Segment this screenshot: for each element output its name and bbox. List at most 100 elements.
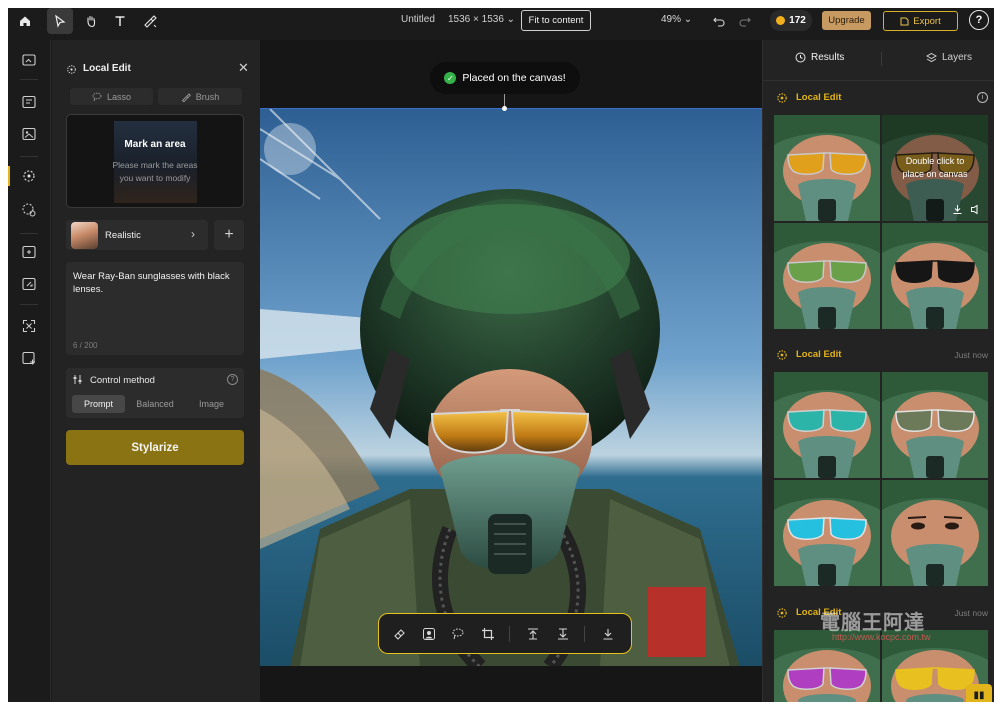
- rail-divider: [20, 156, 38, 157]
- result-group-title: Local Edit: [796, 349, 842, 360]
- image-variation-icon[interactable]: [20, 275, 38, 293]
- zoom-select[interactable]: 49% ⌄: [661, 14, 692, 25]
- rail-divider: [20, 233, 38, 234]
- stylize-button[interactable]: Stylarize: [66, 430, 244, 465]
- mark-area-card[interactable]: Mark an area Please mark the areas you w…: [66, 114, 244, 208]
- result-thumbnail[interactable]: [774, 115, 880, 221]
- result-group-title: Local Edit: [796, 92, 842, 103]
- control-method-title: Control method: [90, 375, 155, 386]
- local-edit-group-icon: [776, 91, 788, 103]
- thumbnail-hover-overlay: Double click to place on canvas: [882, 115, 988, 221]
- sliders-icon: [72, 374, 83, 388]
- prompt-char-count: 6 / 200: [73, 341, 98, 350]
- canvas-image[interactable]: [260, 108, 762, 666]
- local-edit-panel: Local Edit ✕ Lasso Brush Mark an area Pl…: [52, 40, 260, 702]
- chat-widget-icon[interactable]: ▮▮: [966, 684, 992, 702]
- redo-icon[interactable]: [732, 8, 758, 34]
- result-thumbnail[interactable]: [882, 223, 988, 329]
- image-to-image-icon[interactable]: [20, 125, 38, 143]
- tab-results-label: Results: [811, 52, 845, 63]
- panel-title: Local Edit: [83, 63, 131, 74]
- coin-icon: [776, 16, 786, 25]
- style-label: Realistic: [105, 230, 141, 241]
- fit-to-content-button[interactable]: Fit to content: [521, 10, 591, 31]
- local-edit-group-icon: [776, 606, 788, 618]
- credits-count: 172: [789, 15, 806, 26]
- crop-icon[interactable]: [479, 625, 497, 643]
- local-edit-icon[interactable]: [20, 167, 38, 185]
- home-icon[interactable]: [12, 8, 38, 34]
- lasso-tool-button[interactable]: Lasso: [70, 88, 153, 105]
- lasso-label: Lasso: [106, 91, 132, 102]
- export-label: Export: [913, 15, 941, 27]
- remove-background-icon[interactable]: [420, 625, 438, 643]
- info-icon[interactable]: i: [977, 92, 988, 103]
- canvas-size-select[interactable]: 1536 × 1536 ⌄: [448, 14, 515, 25]
- prompt-text: Wear Ray-Ban sunglasses with black lense…: [73, 271, 230, 295]
- download-icon[interactable]: [599, 625, 617, 643]
- upscale-icon[interactable]: [20, 317, 38, 335]
- result-group-time: Just now: [954, 350, 988, 360]
- export-button[interactable]: Export: [883, 11, 958, 31]
- result-thumbnail[interactable]: Double click to place on canvas: [882, 115, 988, 221]
- control-method-section: Control method ? Prompt Balanced Image: [66, 368, 244, 418]
- send-to-canvas-icon[interactable]: [970, 204, 982, 216]
- text-tool-icon[interactable]: [107, 8, 133, 34]
- add-style-button[interactable]: +: [214, 220, 244, 250]
- result-group-time: Just now: [954, 608, 988, 618]
- results-panel: Results Layers Local Edit i Double click t…: [762, 40, 994, 702]
- close-icon[interactable]: ✕: [238, 60, 249, 76]
- brush-button[interactable]: Brush: [158, 88, 242, 105]
- tab-layers[interactable]: Layers: [926, 52, 972, 63]
- canvas-area[interactable]: ✓ Placed on the canvas!: [260, 40, 762, 702]
- help-icon[interactable]: ?: [969, 10, 989, 30]
- lasso-select-icon[interactable]: [449, 625, 467, 643]
- upgrade-button[interactable]: Upgrade: [822, 11, 871, 30]
- control-option-prompt[interactable]: Prompt: [72, 395, 125, 413]
- style-thumbnail: [71, 222, 98, 249]
- brush-tool-icon[interactable]: [137, 8, 163, 34]
- local-edit-title-icon: [66, 62, 77, 80]
- export-icon: [900, 17, 909, 25]
- image-upload-icon[interactable]: [20, 51, 38, 69]
- document-title[interactable]: Untitled: [401, 14, 435, 25]
- prompt-textarea[interactable]: Wear Ray-Ban sunglasses with black lense…: [66, 262, 244, 355]
- magic-eraser-icon[interactable]: [20, 201, 38, 219]
- send-backward-icon[interactable]: [554, 625, 572, 643]
- active-tool-indicator: [8, 166, 10, 186]
- expand-image-icon[interactable]: [20, 243, 38, 261]
- toast-message: Placed on the canvas!: [462, 72, 566, 84]
- brush-icon: [181, 92, 191, 102]
- placement-pin-dot: [502, 106, 507, 111]
- control-option-image[interactable]: Image: [185, 395, 238, 413]
- style-selector[interactable]: Realistic ›: [66, 220, 208, 250]
- tab-layers-label: Layers: [942, 52, 973, 63]
- resize-icon[interactable]: [20, 349, 38, 367]
- rail-divider: [20, 304, 38, 305]
- tool-rail: [8, 40, 51, 702]
- select-tool-icon[interactable]: [47, 8, 73, 34]
- control-option-balanced[interactable]: Balanced: [128, 395, 182, 413]
- text-to-image-icon[interactable]: [20, 93, 38, 111]
- chevron-right-icon: ›: [191, 227, 195, 241]
- result-thumbnail[interactable]: [774, 223, 880, 329]
- help-circle-icon[interactable]: ?: [227, 374, 238, 385]
- result-thumbnail[interactable]: [774, 480, 880, 586]
- credits-badge[interactable]: 172: [770, 10, 812, 31]
- result-thumbnail[interactable]: [882, 372, 988, 478]
- panel-divider: [763, 80, 994, 81]
- hand-tool-icon[interactable]: [78, 8, 104, 34]
- download-icon[interactable]: [952, 204, 964, 216]
- place-on-canvas-hint: Double click to place on canvas: [902, 156, 968, 179]
- bring-forward-icon[interactable]: [524, 625, 542, 643]
- eraser-icon[interactable]: [391, 625, 409, 643]
- placed-toast: ✓ Placed on the canvas!: [430, 62, 580, 94]
- result-thumbnail[interactable]: [882, 480, 988, 586]
- mark-area-hint: Please mark the areas you want to modify: [112, 160, 198, 183]
- result-thumbnail[interactable]: [774, 372, 880, 478]
- brush-label: Brush: [195, 91, 220, 102]
- tab-divider: [881, 52, 882, 66]
- lasso-icon: [92, 92, 102, 101]
- undo-icon[interactable]: [706, 8, 732, 34]
- tab-results[interactable]: Results: [795, 52, 844, 63]
